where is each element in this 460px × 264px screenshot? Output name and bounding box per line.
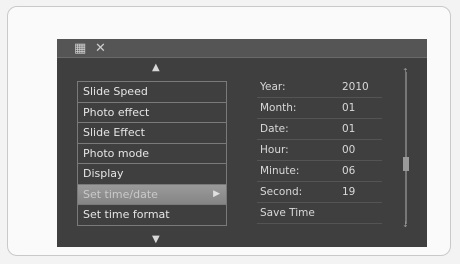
date-label: Date: (260, 123, 289, 135)
hour-value[interactable]: 00 (342, 140, 355, 160)
year-row[interactable]: Year: 2010 (257, 77, 382, 98)
minute-value[interactable]: 06 (342, 161, 355, 181)
save-time-button[interactable]: Save Time (257, 203, 382, 224)
scroll-down-arrow-icon[interactable]: ▼ (152, 235, 160, 245)
minute-label: Minute: (260, 165, 300, 177)
year-value[interactable]: 2010 (342, 77, 369, 97)
menu-item-label: Set time/date (83, 187, 158, 201)
chevron-right-icon: ▶ (213, 188, 220, 199)
menu-item-display[interactable]: Display (77, 164, 227, 185)
tools-icon[interactable]: ✕ (95, 42, 106, 55)
minute-row[interactable]: Minute: 06 (257, 161, 382, 182)
date-row[interactable]: Date: 01 (257, 119, 382, 140)
screen: ▦ ✕ ▲ Slide Speed Photo effect Slide Eff… (57, 39, 427, 247)
top-bar: ▦ ✕ (57, 39, 427, 58)
second-value[interactable]: 19 (342, 182, 355, 202)
menu-item-label: Slide Speed (83, 85, 148, 98)
time-date-panel: Year: 2010 Month: 01 Date: 01 Hour: 00 M… (257, 77, 382, 224)
second-label: Second: (260, 186, 303, 198)
menu-item-slide-effect[interactable]: Slide Effect (77, 123, 227, 144)
menu-item-label: Slide Effect (83, 126, 145, 139)
menu-item-label: Photo effect (83, 105, 150, 119)
month-value[interactable]: 01 (342, 98, 355, 118)
month-row[interactable]: Month: 01 (257, 98, 382, 119)
menu-item-label: Display (83, 167, 124, 180)
scrollbar-thumb[interactable] (403, 157, 409, 171)
menu-item-set-time-format[interactable]: Set time format (77, 205, 227, 226)
menu-item-slide-speed[interactable]: Slide Speed (77, 82, 227, 103)
hour-label: Hour: (260, 144, 289, 156)
scroll-up-arrow-icon[interactable]: ▲ (152, 63, 160, 73)
album-icon[interactable]: ▦ (74, 42, 86, 55)
second-row[interactable]: Second: 19 (257, 182, 382, 203)
year-label: Year: (260, 81, 286, 93)
menu-item-set-time-date[interactable]: Set time/date ▶ (77, 184, 227, 205)
menu-item-photo-mode[interactable]: Photo mode (77, 143, 227, 164)
scrollbar-down-icon[interactable]: ↓ (402, 221, 409, 229)
device-frame: ▦ ✕ ▲ Slide Speed Photo effect Slide Eff… (7, 6, 451, 256)
menu-item-label: Photo mode (83, 146, 150, 160)
save-time-label: Save Time (260, 207, 315, 219)
settings-menu: Slide Speed Photo effect Slide Effect Ph… (77, 81, 227, 226)
menu-item-label: Set time format (83, 208, 170, 221)
menu-item-photo-effect[interactable]: Photo effect (77, 102, 227, 123)
hour-row[interactable]: Hour: 00 (257, 140, 382, 161)
date-value[interactable]: 01 (342, 119, 355, 139)
scrollbar-track[interactable] (405, 72, 407, 224)
month-label: Month: (260, 102, 297, 114)
